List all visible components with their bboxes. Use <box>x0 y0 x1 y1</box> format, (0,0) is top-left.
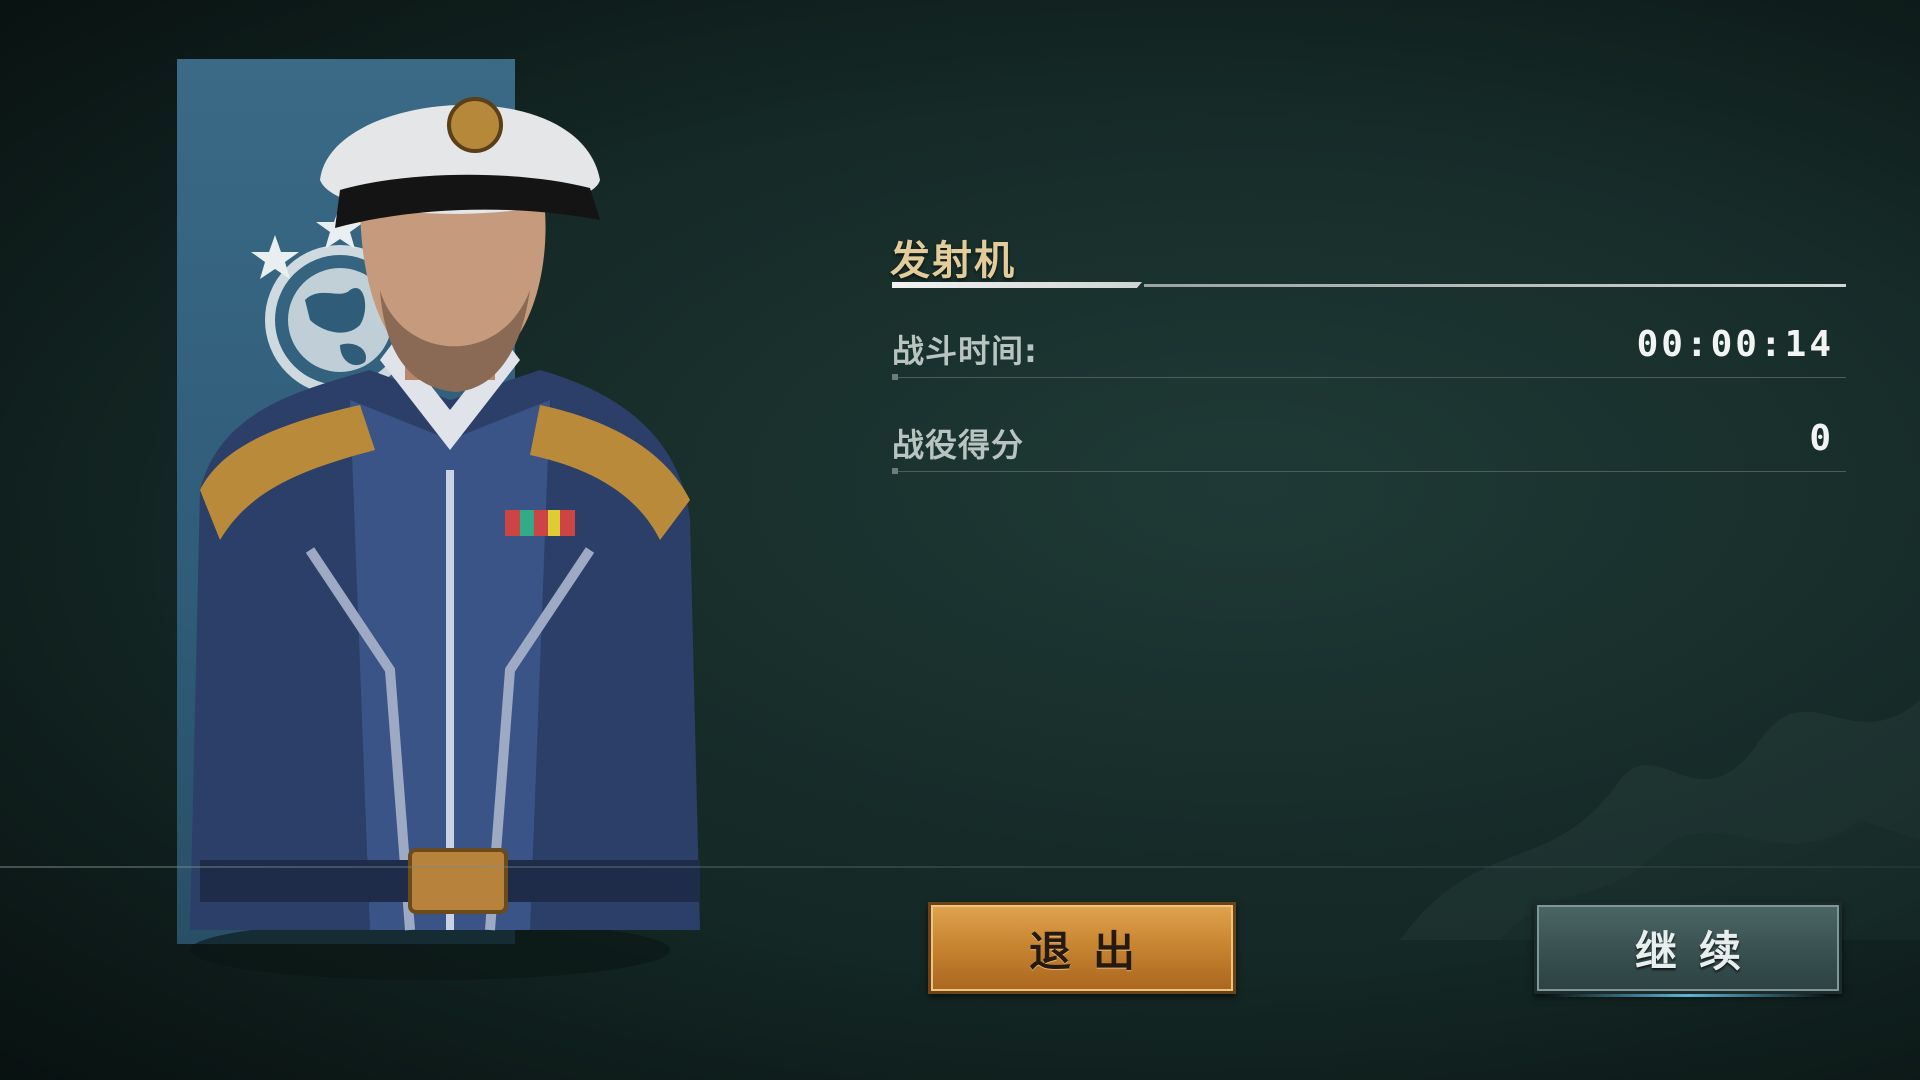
title-underline <box>892 282 1846 288</box>
commander-portrait <box>190 97 700 980</box>
stat-label: 战斗时间: <box>892 332 1038 370</box>
stat-row-campaign-score: 战役得分 0 <box>892 412 1846 474</box>
horizon-line <box>0 866 1920 868</box>
background-foliage <box>1400 700 1920 940</box>
row-divider <box>892 468 1846 474</box>
continue-button[interactable]: 继续 <box>1534 902 1842 997</box>
stat-label: 战役得分 <box>892 426 1025 464</box>
row-divider <box>892 374 1846 380</box>
stat-value: 0 <box>1809 418 1834 459</box>
mission-title: 发射机 <box>890 238 1016 284</box>
stat-row-battle-time: 战斗时间: 00:00:14 <box>892 318 1846 380</box>
stat-value: 00:00:14 <box>1636 324 1834 365</box>
exit-button[interactable]: 退出 <box>928 902 1236 994</box>
